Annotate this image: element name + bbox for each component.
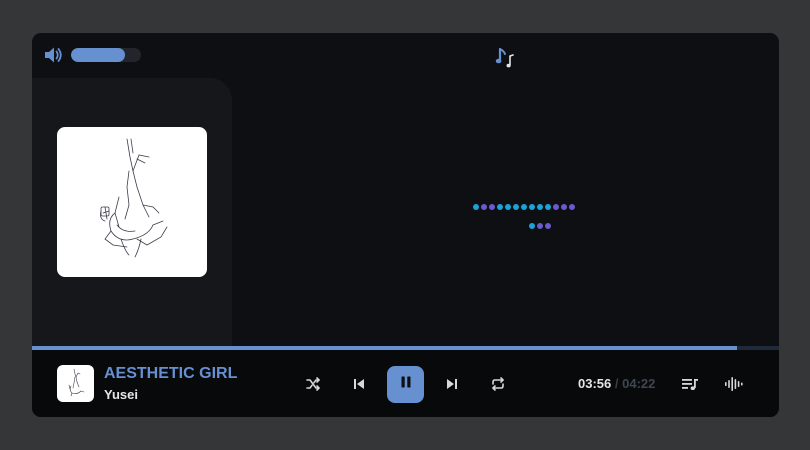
playlist-icon[interactable] <box>678 372 702 396</box>
current-time: 03:56 <box>578 376 612 391</box>
loading-dot <box>569 204 575 210</box>
skip-next-icon[interactable] <box>440 372 464 396</box>
music-player: AESTHETIC GIRL Yusei 03:56 / 04:22 <box>32 33 779 417</box>
loading-dot <box>529 223 535 229</box>
now-playing-bar: AESTHETIC GIRL Yusei 03:56 / 04:22 <box>32 350 779 417</box>
loading-dot <box>537 223 543 229</box>
loading-dot <box>529 204 535 210</box>
track-artist[interactable]: Yusei <box>104 387 138 402</box>
playback-time: 03:56 / 04:22 <box>578 376 655 391</box>
loading-dot <box>521 204 527 210</box>
loading-dot <box>489 204 495 210</box>
loading-dot <box>537 204 543 210</box>
track-thumbnail <box>57 365 94 402</box>
play-pause-button[interactable] <box>387 366 424 403</box>
loading-dot <box>513 204 519 210</box>
skip-previous-icon[interactable] <box>347 372 371 396</box>
total-time: 04:22 <box>622 376 656 391</box>
loading-dot <box>497 204 503 210</box>
repeat-icon[interactable] <box>486 372 510 396</box>
loading-dot <box>561 204 567 210</box>
shuffle-icon[interactable] <box>301 372 325 396</box>
loading-dot <box>545 204 551 210</box>
loading-dot <box>481 204 487 210</box>
loading-dot <box>545 223 551 229</box>
audio-waveform-icon[interactable] <box>722 372 746 396</box>
pause-icon <box>399 375 413 394</box>
loading-dot <box>505 204 511 210</box>
lyrics-loading-indicator <box>32 33 779 348</box>
time-separator: / <box>614 376 619 391</box>
loading-dot <box>553 204 559 210</box>
loading-dot <box>473 204 479 210</box>
track-title[interactable]: AESTHETIC GIRL <box>104 365 237 383</box>
